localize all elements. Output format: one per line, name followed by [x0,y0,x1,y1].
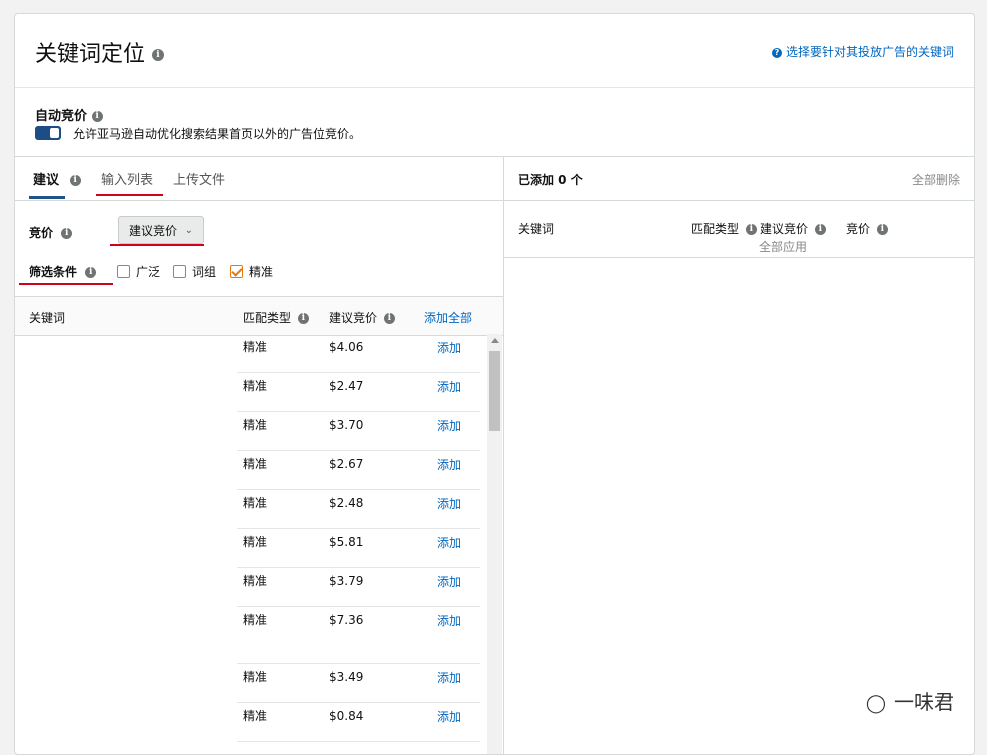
col-keyword: 关键词 [29,311,66,325]
tab-upload-file[interactable]: 上传文件 [173,169,225,188]
apply-all-button[interactable]: 全部应用 [759,238,807,255]
delete-all-button[interactable]: 全部删除 [912,171,960,188]
watermark: ◯ 一味君 [865,690,954,714]
added-count: 已添加 0 个 [518,173,583,187]
add-button[interactable]: 添加 [437,456,461,473]
checkbox-checked[interactable] [230,265,243,278]
auto-bid-description: 允许亚马逊自动优化搜索结果首页以外的广告位竞价。 [73,127,362,141]
table-row: 精准 $2.48 添加 [237,490,480,529]
auto-bid-toggle[interactable] [35,126,61,140]
page-title: 关键词定位 i [35,36,165,68]
col-match-type: 匹配类型 i [243,309,309,326]
suggestions-table-body: 精准 $4.06 添加 精准 $2.47 添加 精准 $3.70 添加 精准 $… [15,334,487,754]
table-row: 精准 $3.79 添加 [237,568,480,607]
added-keywords-panel: 已添加 0 个 全部删除 关键词 匹配类型 i 建议竞价 i 全部应用 竞价 i [504,156,974,754]
scroll-up-arrow-icon[interactable] [491,338,499,343]
table-row: 精准 $2.67 添加 [237,451,480,490]
table-row: 精准 $4.06 添加 [237,334,480,373]
info-icon[interactable]: i [814,224,826,235]
info-icon[interactable]: i [61,228,73,239]
add-button[interactable]: 添加 [437,708,461,725]
add-button[interactable]: 添加 [437,612,461,629]
table-row: 精准 $2.47 添加 [237,373,480,412]
active-tab-indicator [29,196,65,199]
chevron-down-icon: ⌄ [184,225,193,236]
filter-section: 竞价 i 建议竞价 ⌄ 筛选条件 i 广泛 词组 精准 [15,201,503,297]
checkbox[interactable] [173,265,186,278]
wechat-icon: ◯ [865,693,886,714]
filter-exact-checkbox[interactable]: 精准 [230,263,273,280]
add-button[interactable]: 添加 [437,669,461,686]
scrollbar[interactable] [487,334,502,754]
add-button[interactable]: 添加 [437,417,461,434]
auto-bid-title: 自动竞价 i [35,105,103,124]
info-icon[interactable]: i [91,111,103,122]
add-button[interactable]: 添加 [437,378,461,395]
col-match-type: 匹配类型 i [691,220,757,237]
red-highlight-underline [19,283,113,285]
info-icon[interactable]: i [152,49,165,61]
toggle-knob [50,128,59,138]
scrollbar-thumb[interactable] [489,351,500,431]
add-button[interactable]: 添加 [437,534,461,551]
tab-bar: 建议 i 输入列表 上传文件 [15,156,503,201]
table-row: 精准 $5.81 添加 [237,529,480,568]
info-icon[interactable]: i [297,313,309,324]
col-suggested-bid: 建议竞价 i [760,220,826,237]
auto-bid-section: 自动竞价 i 允许亚马逊自动优化搜索结果首页以外的广告位竞价。 [15,88,974,157]
table-row: 精准 $7.36 添加 [237,607,480,664]
suggestions-panel: 建议 i 输入列表 上传文件 竞价 i 建议竞价 ⌄ 筛选条件 i 广泛 词组 … [15,156,504,754]
add-button[interactable]: 添加 [437,339,461,356]
tab-suggestions[interactable]: 建议 i [33,169,81,188]
suggestions-table-header: 关键词 匹配类型 i 建议竞价 i 添加全部 [15,297,503,336]
bid-label: 竞价 i [29,224,73,241]
red-highlight-underline [110,244,204,246]
table-row: 精准 $3.49 添加 [237,664,480,703]
col-bid: 竞价 i [846,220,888,237]
add-all-button[interactable]: 添加全部 [424,309,472,326]
table-row: 精准 $3.70 添加 [237,412,480,451]
info-icon[interactable]: i [745,224,757,235]
add-button[interactable]: 添加 [437,573,461,590]
info-icon[interactable]: i [876,224,888,235]
tab-enter-list[interactable]: 输入列表 [101,169,153,188]
bid-type-dropdown[interactable]: 建议竞价 ⌄ [118,216,204,244]
info-icon[interactable]: i [85,267,97,278]
info-icon[interactable]: i [69,175,81,186]
add-button[interactable]: 添加 [437,495,461,512]
col-keyword: 关键词 [518,222,555,236]
info-icon[interactable]: i [383,313,395,324]
help-link[interactable]: ? 选择要针对其投放广告的关键词 [771,43,954,60]
checkbox[interactable] [117,265,130,278]
card-header: 关键词定位 i ? 选择要针对其投放广告的关键词 [15,14,974,88]
col-suggested-bid: 建议竞价 i [329,309,395,326]
red-highlight-underline [96,194,163,196]
filter-label: 筛选条件 i [29,263,97,280]
filter-broad-checkbox[interactable]: 广泛 [117,263,160,280]
filter-phrase-checkbox[interactable]: 词组 [173,263,216,280]
question-icon: ? [771,47,782,58]
added-header: 已添加 0 个 全部删除 [504,156,974,201]
table-row: 精准 $0.84 添加 [237,703,480,742]
added-table-header: 关键词 匹配类型 i 建议竞价 i 全部应用 竞价 i [504,201,974,258]
keyword-targeting-card: 关键词定位 i ? 选择要针对其投放广告的关键词 自动竞价 i 允许亚马逊自动优化… [14,13,975,755]
